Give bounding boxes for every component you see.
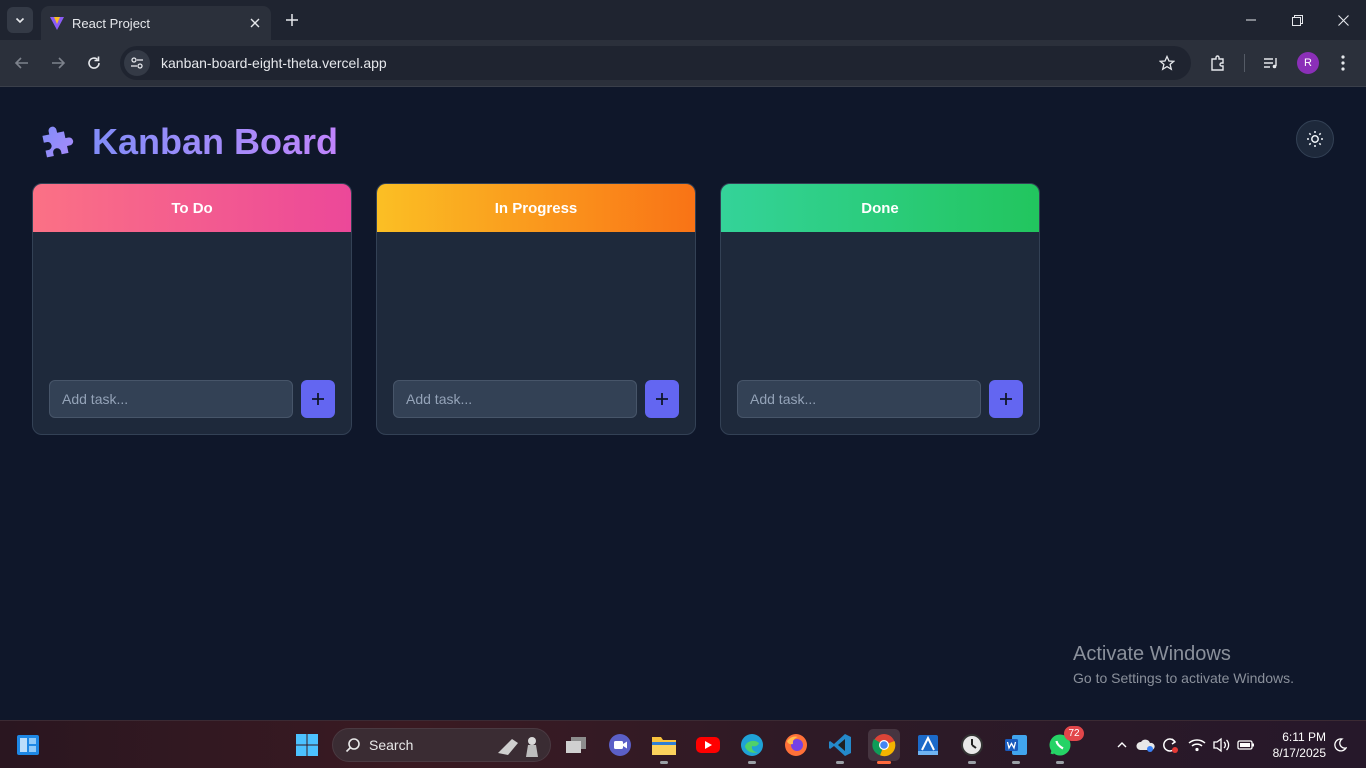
tab-title: React Project — [72, 15, 151, 31]
task-drop-zone[interactable] — [721, 232, 1039, 380]
vscode-icon[interactable] — [824, 729, 856, 764]
onedrive-cloud-icon[interactable] — [1136, 735, 1156, 755]
add-task-button[interactable] — [301, 380, 335, 418]
column-header: To Do — [33, 184, 351, 232]
clock-app-icon[interactable] — [956, 729, 988, 764]
column-in-progress: In Progress — [376, 183, 696, 435]
chevron-down-icon — [15, 17, 25, 24]
kanban-page: Kanban Board To Do In Progress Done — [0, 87, 1366, 720]
teams-meet-icon[interactable] — [604, 729, 636, 761]
task-drop-zone[interactable] — [377, 232, 695, 380]
word-icon[interactable] — [1000, 729, 1032, 764]
running-indicator — [1056, 761, 1064, 764]
reload-icon[interactable] — [82, 51, 106, 75]
activate-windows-watermark: Activate Windows Go to Settings to activ… — [1073, 643, 1294, 686]
task-drop-zone[interactable] — [33, 232, 351, 380]
url-text: kanban-board-eight-theta.vercel.app — [161, 55, 387, 71]
new-tab-icon[interactable] — [281, 9, 303, 31]
app-header: Kanban Board — [38, 121, 338, 163]
browser-tab-bar: React Project — [0, 0, 1366, 40]
search-highlight-illustration-icon — [498, 737, 538, 757]
start-windows-icon[interactable] — [291, 729, 323, 761]
browser-toolbar: kanban-board-eight-theta.vercel.app R — [0, 40, 1366, 86]
file-explorer-icon[interactable] — [648, 729, 680, 764]
toolbar-separator — [1244, 54, 1245, 72]
watermark-subtitle: Go to Settings to activate Windows. — [1073, 670, 1294, 686]
clock-date: 8/17/2025 — [1272, 746, 1326, 760]
running-indicator — [660, 761, 668, 764]
plus-icon — [656, 393, 668, 405]
add-task-row — [721, 380, 1039, 418]
tab-search-button[interactable] — [7, 7, 33, 33]
bookmark-star-icon[interactable] — [1155, 51, 1179, 75]
theme-toggle-button[interactable] — [1296, 120, 1334, 158]
media-control-icon[interactable] — [1259, 51, 1283, 75]
active-indicator — [877, 761, 891, 764]
firefox-icon[interactable] — [780, 729, 812, 761]
chrome-icon[interactable] — [868, 729, 900, 764]
add-task-row — [33, 380, 351, 418]
extensions-puzzle-icon[interactable] — [1206, 51, 1230, 75]
sun-icon — [1307, 131, 1323, 147]
taskbar-search[interactable]: Search — [332, 728, 551, 762]
widgets-icon[interactable] — [12, 729, 44, 761]
notification-badge: 72 — [1064, 726, 1084, 741]
task-view-icon[interactable] — [560, 729, 592, 761]
add-task-input[interactable] — [49, 380, 293, 418]
column-todo: To Do — [32, 183, 352, 435]
forward-arrow-icon[interactable] — [46, 51, 70, 75]
close-tab-icon[interactable] — [245, 13, 265, 33]
add-task-button[interactable] — [645, 380, 679, 418]
address-bar[interactable]: kanban-board-eight-theta.vercel.app — [120, 46, 1191, 80]
column-header: In Progress — [377, 184, 695, 232]
battery-icon[interactable] — [1236, 735, 1256, 755]
edge-browser-icon[interactable] — [736, 729, 768, 764]
running-indicator — [748, 761, 756, 764]
minimize-window-icon[interactable] — [1228, 0, 1274, 40]
system-clock[interactable]: 6:11 PM 8/17/2025 — [1262, 729, 1326, 761]
page-title: Kanban Board — [92, 121, 339, 162]
browser-tab-active[interactable]: React Project — [41, 6, 271, 40]
vite-logo-icon — [49, 15, 65, 31]
running-indicator — [836, 761, 844, 764]
add-task-row — [377, 380, 695, 418]
add-task-input[interactable] — [737, 380, 981, 418]
plus-icon — [1000, 393, 1012, 405]
watermark-title: Activate Windows — [1073, 643, 1231, 665]
close-window-icon[interactable] — [1320, 0, 1366, 40]
site-settings-icon[interactable] — [124, 50, 150, 76]
puzzle-piece-icon — [42, 126, 74, 158]
wifi-icon[interactable] — [1187, 735, 1207, 755]
column-done: Done — [720, 183, 1040, 435]
search-icon — [345, 738, 360, 753]
plus-icon — [312, 393, 324, 405]
column-header: Done — [721, 184, 1039, 232]
sync-alert-icon[interactable] — [1160, 735, 1180, 755]
restore-window-icon[interactable] — [1274, 0, 1320, 40]
azure-data-studio-icon[interactable] — [912, 729, 944, 761]
chevron-up-icon[interactable] — [1112, 735, 1132, 755]
running-indicator — [1012, 761, 1020, 764]
add-task-button[interactable] — [989, 380, 1023, 418]
more-menu-icon[interactable] — [1331, 51, 1355, 75]
running-indicator — [968, 761, 976, 764]
clock-time: 6:11 PM — [1282, 730, 1326, 744]
windows-taskbar: Search 72 6:11 PM 8/17/2025 — [0, 720, 1366, 768]
profile-avatar[interactable]: R — [1297, 52, 1319, 74]
volume-icon[interactable] — [1211, 735, 1231, 755]
back-arrow-icon[interactable] — [10, 51, 34, 75]
search-label: Search — [369, 737, 414, 753]
add-task-input[interactable] — [393, 380, 637, 418]
whatsapp-icon[interactable]: 72 — [1044, 726, 1084, 764]
youtube-icon[interactable] — [692, 729, 724, 761]
focus-moon-icon[interactable] — [1330, 735, 1350, 755]
